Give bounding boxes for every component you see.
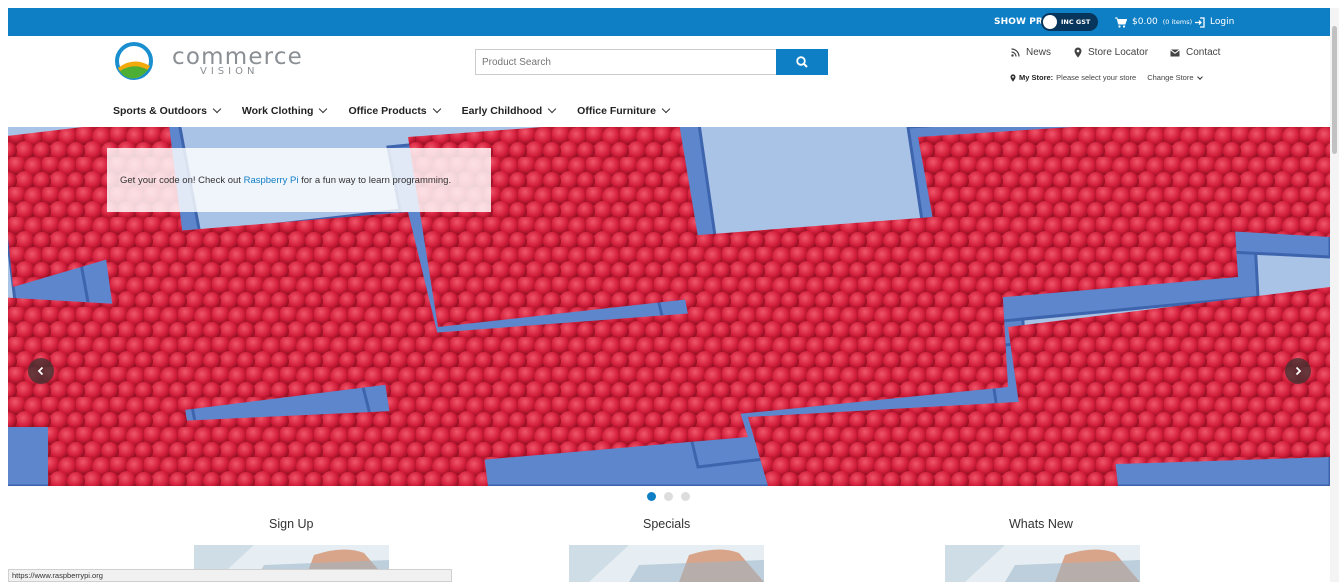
section-title-specials: Specials xyxy=(643,517,691,531)
carousel-dot-2[interactable] xyxy=(664,492,673,501)
change-store-button[interactable]: Change Store xyxy=(1147,73,1203,82)
chevron-left-icon xyxy=(37,366,44,376)
hero-carousel: Get your code on! Check out Raspberry Pi… xyxy=(8,127,1330,486)
nav-label: Office Products xyxy=(348,105,427,117)
chevron-down-icon xyxy=(661,104,671,114)
login-icon xyxy=(1195,16,1205,28)
nav-label: Early Childhood xyxy=(461,105,543,117)
window-frame-left xyxy=(0,0,8,582)
whats-new-image[interactable] xyxy=(945,545,1140,582)
nav-item-office-furniture[interactable]: Office Furniture xyxy=(577,104,671,117)
hand-tablet-image xyxy=(569,545,764,582)
chevron-down-icon xyxy=(547,104,557,114)
logo-subtext: VISION xyxy=(200,66,259,77)
my-store: My Store: Please select your store Chang… xyxy=(1010,73,1203,82)
page-scrollbar[interactable] xyxy=(1330,8,1339,582)
carousel-prev-button[interactable] xyxy=(28,358,54,384)
product-search-input[interactable] xyxy=(475,49,785,75)
login-label: Login xyxy=(1210,17,1235,27)
login-link[interactable]: Login xyxy=(1194,8,1234,36)
change-store-label: Change Store xyxy=(1147,73,1194,82)
contact-label: Contact xyxy=(1186,47,1221,58)
site-logo[interactable]: commerce VISION xyxy=(112,40,312,84)
carousel-dot-3[interactable] xyxy=(681,492,690,501)
my-store-value: Please select your store xyxy=(1056,73,1137,82)
carousel-indicators xyxy=(647,492,690,501)
top-utility-bar: SHOW PRICES INC GST $0.00 (0 items) Logi… xyxy=(8,8,1330,36)
search-icon xyxy=(796,56,808,68)
gst-toggle-label: INC GST xyxy=(1061,18,1091,26)
carousel-dot-1[interactable] xyxy=(647,492,656,501)
scrollbar-thumb[interactable] xyxy=(1332,26,1337,154)
store-locator-link[interactable]: Store Locator xyxy=(1074,47,1148,58)
raspberry-pi-link[interactable]: Raspberry Pi xyxy=(244,175,299,186)
news-label: News xyxy=(1026,47,1052,58)
news-link[interactable]: News xyxy=(1011,47,1051,58)
contact-link[interactable]: Contact xyxy=(1170,47,1220,58)
section-title-whats-new: Whats New xyxy=(1009,517,1073,531)
cart-icon xyxy=(1115,17,1127,28)
site-header: commerce VISION News Store Locator Conta… xyxy=(8,36,1330,128)
search-button[interactable] xyxy=(776,49,828,75)
specials-image[interactable] xyxy=(569,545,764,582)
my-store-label: My Store: xyxy=(1019,73,1054,82)
caption-suffix: for a fun way to learn programming. xyxy=(298,174,452,186)
chevron-down-icon xyxy=(212,104,222,114)
browser-status-bar: https://www.raspberrypi.org xyxy=(8,569,452,582)
chevron-down-icon xyxy=(432,104,441,114)
map-pin-icon xyxy=(1074,47,1082,58)
nav-item-early-childhood[interactable]: Early Childhood xyxy=(461,104,557,117)
main-navigation: Sports & Outdoors Work Clothing Office P… xyxy=(113,104,691,117)
window-frame-top xyxy=(0,0,1339,8)
carousel-next-button[interactable] xyxy=(1285,358,1311,384)
gst-toggle[interactable]: INC GST xyxy=(1041,13,1098,31)
chevron-down-icon xyxy=(1196,73,1203,80)
chevron-right-icon xyxy=(1295,366,1302,376)
cart-total: $0.00 xyxy=(1132,17,1158,27)
logo-mark xyxy=(115,42,153,80)
map-pin-icon xyxy=(1010,73,1016,82)
nav-item-office-products[interactable]: Office Products xyxy=(348,104,441,117)
store-locator-label: Store Locator xyxy=(1088,47,1149,58)
toggle-knob xyxy=(1043,15,1057,29)
hand-tablet-image xyxy=(945,545,1140,582)
caption-prefix: Get your code on! Check out xyxy=(120,174,244,186)
chevron-down-icon xyxy=(319,104,328,114)
nav-item-sports-outdoors[interactable]: Sports & Outdoors xyxy=(113,104,222,117)
section-title-sign-up: Sign Up xyxy=(269,517,314,531)
envelope-icon xyxy=(1170,48,1180,56)
nav-label: Sports & Outdoors xyxy=(113,105,207,117)
nav-label: Work Clothing xyxy=(241,105,314,117)
cart-items-count: (0 items) xyxy=(1162,18,1193,26)
nav-item-work-clothing[interactable]: Work Clothing xyxy=(241,104,328,117)
rss-icon xyxy=(1011,48,1020,57)
nav-label: Office Furniture xyxy=(577,105,656,117)
cart-button[interactable]: $0.00 (0 items) xyxy=(1115,8,1192,36)
hero-caption: Get your code on! Check out Raspberry Pi… xyxy=(107,148,491,212)
